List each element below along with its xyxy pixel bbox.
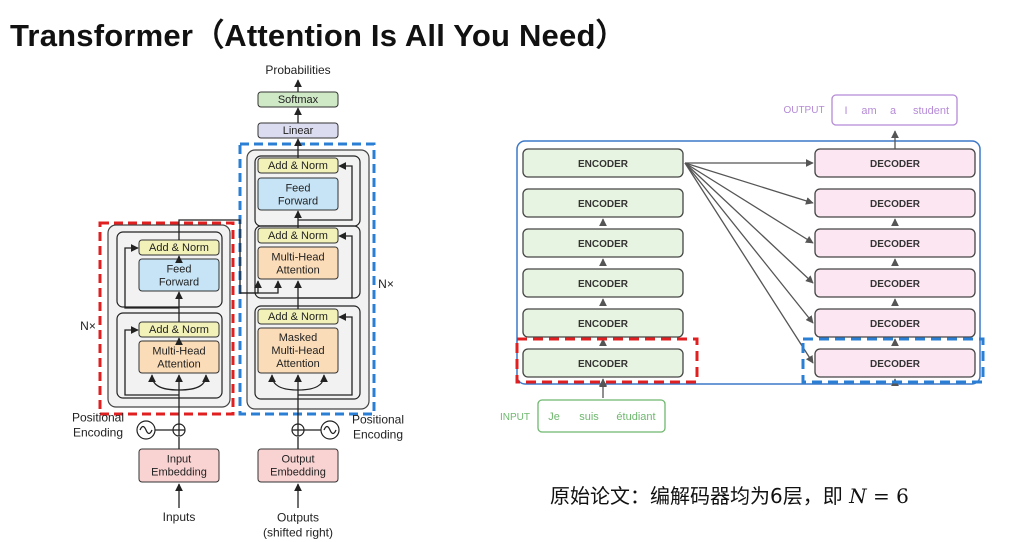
decoder-layer-2-label: DECODER [870, 199, 921, 210]
input-token-3: étudiant [616, 411, 655, 423]
decoder-feed-forward-label-line-2: Forward [278, 196, 318, 208]
decoder-layer-5-label: DECODER [870, 319, 921, 330]
output-token-1: I [844, 105, 847, 117]
decoder-positional-label-line-2: Encoding [353, 428, 403, 442]
probabilities-label: Probabilities [265, 63, 330, 77]
decoder-add-norm-3-label: Add & Norm [268, 160, 328, 172]
decoder-layer-3-label: DECODER [870, 239, 921, 250]
encoder-feed-forward-label-line-1: Feed [166, 264, 191, 276]
decoder-masked-mha-label-line-1: Masked [279, 332, 318, 344]
decoder-layer-1-label: DECODER [870, 159, 921, 170]
decoder-layer-6-label: DECODER [870, 359, 921, 370]
input-token-2: suis [579, 411, 599, 423]
encoder-feed-forward-label-line-2: Forward [159, 277, 199, 289]
decoder-nx-label: N× [378, 277, 394, 291]
cross-arrow-3 [684, 162, 814, 244]
encoder-add-norm-1-label: Add & Norm [149, 324, 209, 336]
input-embedding-label-line-2: Embedding [151, 467, 207, 479]
decoder-add-norm-1-label: Add & Norm [268, 311, 328, 323]
encoder-add-norm-2-label: Add & Norm [149, 242, 209, 254]
output-token-3: a [890, 105, 897, 117]
encoder-layer-3-label: ENCODER [578, 239, 629, 250]
output-token-2: am [861, 105, 876, 117]
encoder-nx-label: N× [80, 319, 96, 333]
decoder-masked-mha-label-line-2: Multi-Head [271, 345, 324, 357]
outputs-label-line-1: Outputs [277, 511, 319, 525]
encoder-layer-4-label: ENCODER [578, 279, 629, 290]
input-label: INPUT [500, 412, 530, 423]
encoder-positional-label-line-2: Encoding [73, 426, 123, 440]
transformer-diagrams: Add & NormFeedForwardAdd & NormMulti-Hea… [72, 63, 985, 540]
decoder-positional-label-line-1: Positional [352, 413, 404, 427]
decoder-mha-label-line-1: Multi-Head [271, 252, 324, 264]
output-embedding-label-line-2: Embedding [270, 467, 326, 479]
encoder-layer-1-label: ENCODER [578, 159, 629, 170]
output-embedding-label-line-1: Output [281, 454, 314, 466]
cross-arrow-6 [684, 162, 814, 364]
caption-math: N = 6 [849, 484, 909, 508]
output-token-4: student [913, 105, 949, 117]
caption-text: 原始论文：编解码器均为6层，即 [550, 484, 850, 508]
softmax-label: Softmax [278, 94, 319, 106]
encoder-layer-5-label: ENCODER [578, 319, 629, 330]
outputs-label-line-2: (shifted right) [263, 526, 333, 540]
cross-arrow-4 [684, 162, 814, 284]
input-embedding-label-line-1: Input [167, 454, 191, 466]
input-token-1: Je [548, 411, 560, 423]
cross-arrow-2 [684, 162, 814, 205]
output-label: OUTPUT [783, 105, 824, 116]
decoder-mha-label-line-2: Attention [276, 265, 319, 277]
caption: 原始论文：编解码器均为6层，即 N = 6 [550, 480, 909, 509]
decoder-masked-mha-label-line-3: Attention [276, 358, 319, 370]
linear-label: Linear [283, 125, 314, 137]
encoder-layer-2-label: ENCODER [578, 199, 629, 210]
decoder-add-norm-2-label: Add & Norm [268, 230, 328, 242]
cross-arrow-5 [684, 162, 814, 324]
encoder-positional-label-line-1: Positional [72, 411, 124, 425]
encoder-mha-label-line-1: Multi-Head [152, 346, 205, 358]
inputs-label: Inputs [163, 510, 196, 524]
encoder-layer-6-label: ENCODER [578, 359, 629, 370]
decoder-layer-4-label: DECODER [870, 279, 921, 290]
encoder-mha-label-line-2: Attention [157, 359, 200, 371]
decoder-feed-forward-label-line-1: Feed [285, 183, 310, 195]
